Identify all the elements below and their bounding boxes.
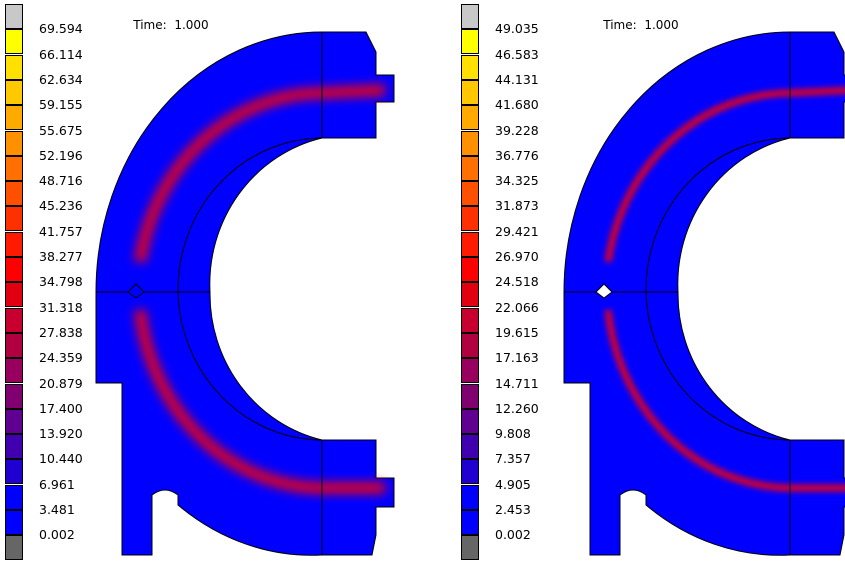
contour-plot: [563, 31, 845, 556]
left-contour-panel: Time: 1.000 69.594 66.114 62.634 59.155 55.6…: [0, 0, 422, 570]
right-contour-panel: Time: 1.000 49.035 46.583 44.131 41.680 39.2…: [456, 0, 845, 570]
contour-plot: [95, 31, 395, 556]
lower-housing-section: [563, 291, 845, 556]
